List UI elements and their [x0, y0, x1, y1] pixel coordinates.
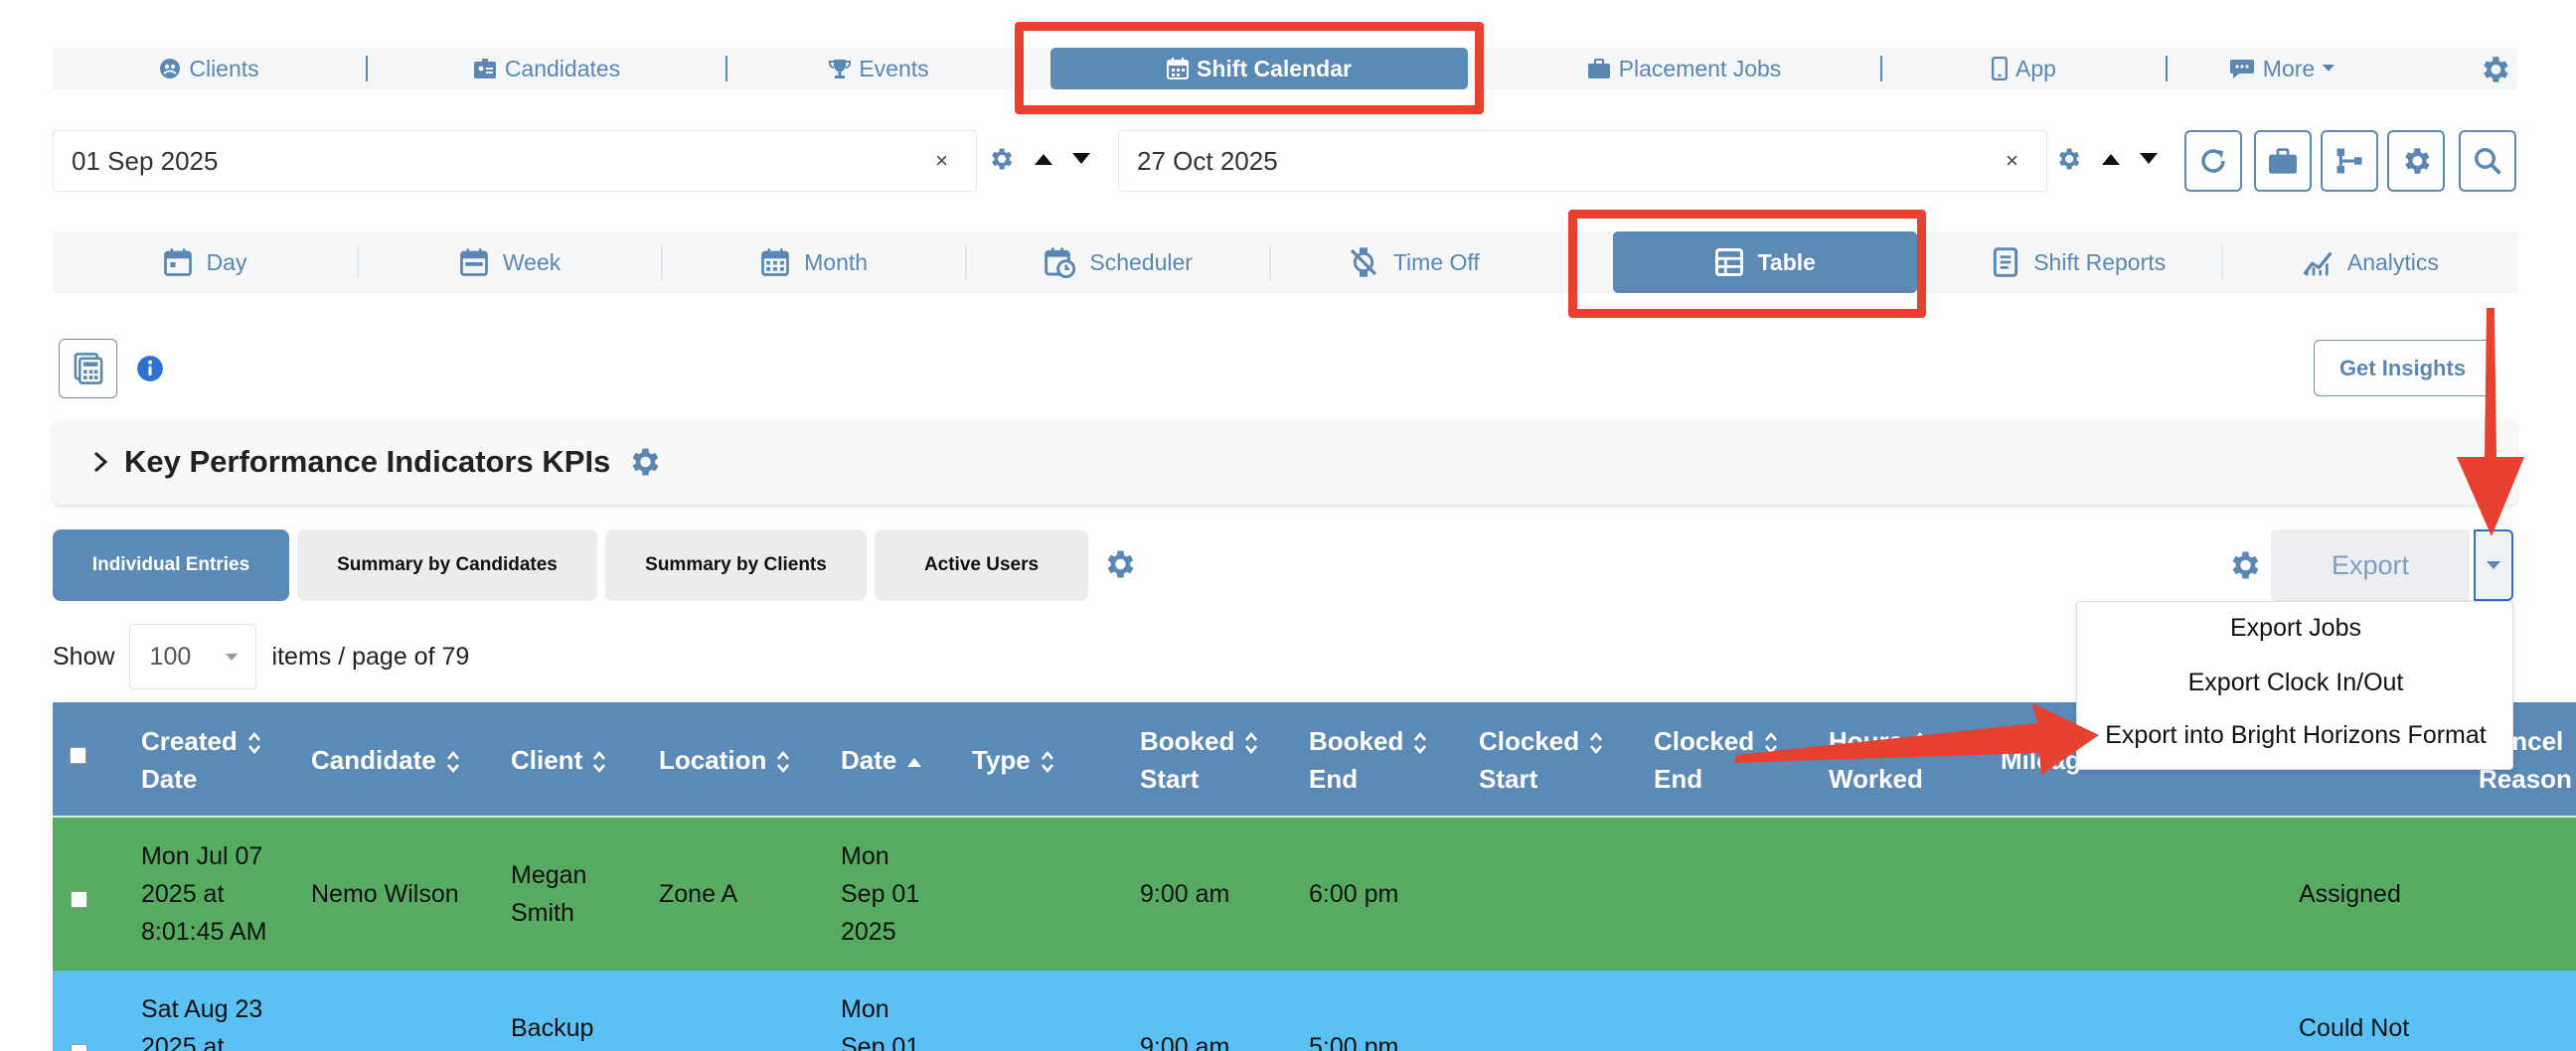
- arrow-right-annotation: [1734, 703, 2099, 775]
- arrow-down-annotation: [2457, 308, 2524, 536]
- app-root: { "topnav": { "items": [ {"label": "Clie…: [0, 0, 2576, 1051]
- annotation-arrows: [1734, 308, 2524, 775]
